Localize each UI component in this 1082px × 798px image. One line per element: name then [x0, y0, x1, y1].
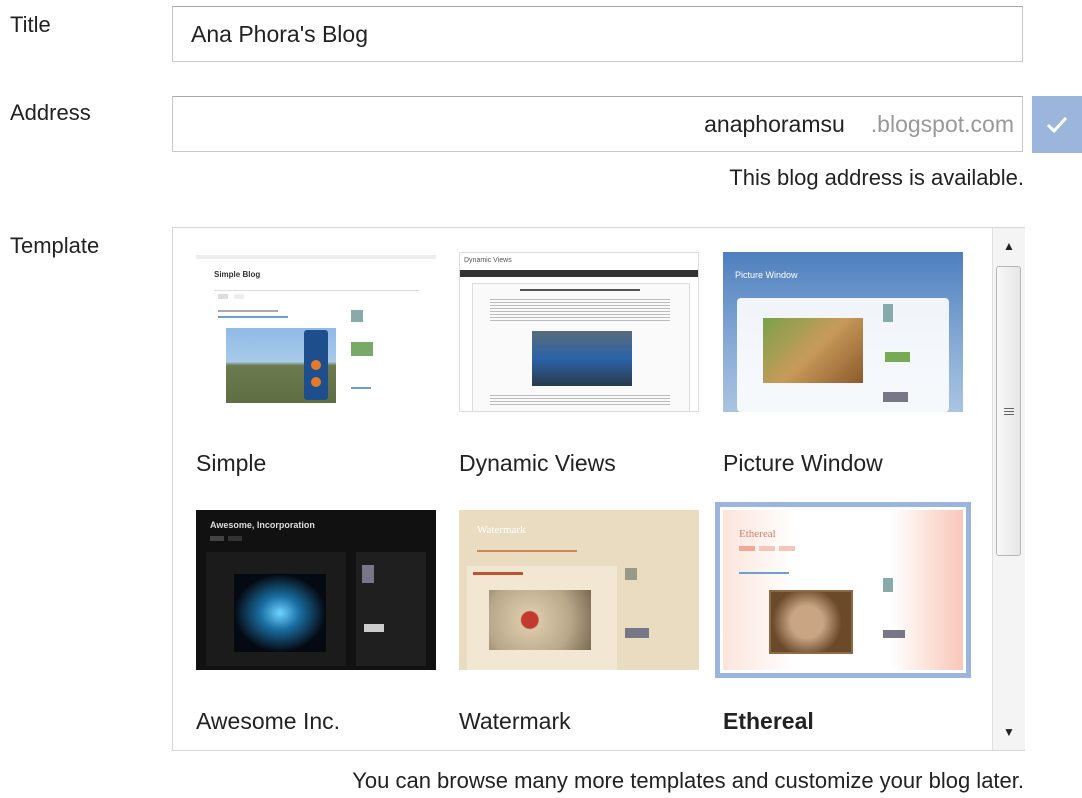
address-suffix: .blogspot.com	[870, 110, 1014, 137]
template-name: Dynamic Views	[459, 450, 616, 476]
checkmark-icon	[1046, 116, 1068, 133]
thumb-title: Simple Blog	[214, 270, 261, 279]
thumb-title: Watermark	[477, 524, 526, 536]
template-picker: Simple Blog Simple Dynamic Views Dynamic…	[172, 227, 1025, 751]
scroll-up-arrow-icon[interactable]: ▲	[993, 228, 1025, 264]
scroll-thumb[interactable]	[996, 266, 1021, 556]
template-name: Picture Window	[723, 450, 883, 476]
address-status: This blog address is available.	[729, 165, 1024, 190]
template-name: Ethereal	[723, 708, 814, 734]
scroll-down-arrow-icon[interactable]: ▼	[993, 714, 1025, 750]
templates-footer-note: You can browse many more templates and c…	[352, 768, 1024, 793]
template-label: Template	[10, 233, 100, 258]
template-thumbnail: Watermark	[459, 510, 699, 670]
title-input[interactable]: Ana Phora's Blog	[172, 6, 1023, 62]
address-value: anaphoramsu	[704, 110, 845, 137]
template-name: Simple	[196, 450, 267, 476]
thumb-title: Ethereal	[739, 528, 776, 540]
grip-icon	[1003, 406, 1014, 417]
thumb-title: Dynamic Views	[464, 257, 512, 264]
template-thumbnail: Simple Blog	[196, 252, 436, 412]
template-thumbnail: Awesome, Incorporation	[196, 510, 436, 670]
thumb-title: Awesome, Incorporation	[210, 520, 315, 530]
template-thumbnail: Picture Window	[723, 252, 963, 412]
template-option-dynamic-views[interactable]: Dynamic Views Dynamic Views	[459, 252, 699, 477]
address-available-indicator	[1032, 96, 1082, 153]
template-name: Watermark	[459, 708, 571, 734]
template-option-awesome-inc[interactable]: Awesome, Incorporation Awesome Inc.	[196, 510, 436, 735]
title-label: Title	[10, 12, 51, 37]
address-input[interactable]: anaphoramsu .blogspot.com	[172, 96, 1023, 152]
template-name: Awesome Inc.	[196, 708, 341, 734]
address-label: Address	[10, 100, 91, 125]
template-option-simple[interactable]: Simple Blog Simple	[196, 252, 436, 477]
template-option-watermark[interactable]: Watermark Watermark	[459, 510, 699, 735]
thumb-title: Picture Window	[735, 270, 798, 280]
template-option-picture-window[interactable]: Picture Window Picture Window	[723, 252, 963, 477]
title-value: Ana Phora's Blog	[191, 20, 369, 47]
template-option-ethereal[interactable]: Ethereal Ethereal	[715, 502, 971, 735]
template-scrollbar[interactable]: ▲ ▼	[992, 228, 1025, 750]
template-thumbnail: Dynamic Views	[459, 252, 699, 412]
template-thumbnail: Ethereal	[715, 502, 971, 678]
